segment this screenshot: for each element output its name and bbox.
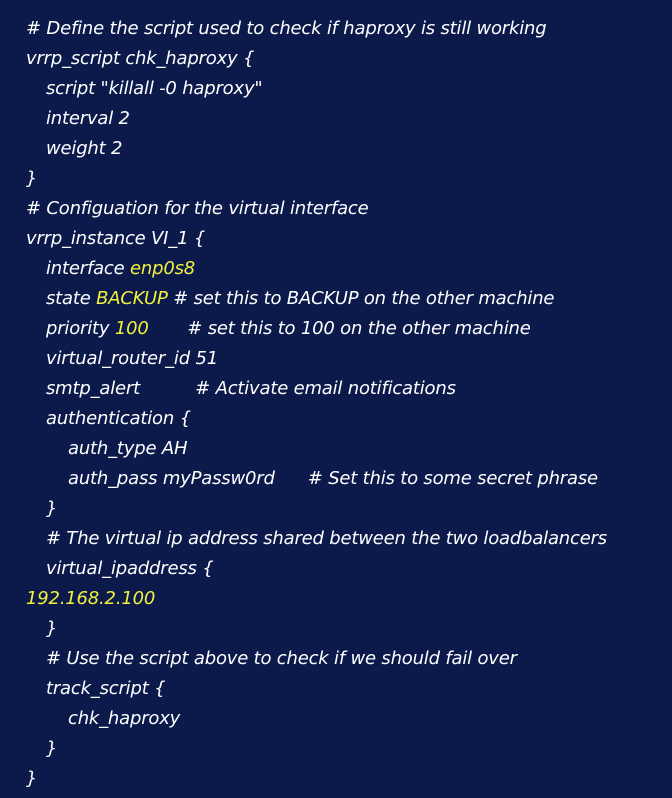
code-text: weight 2 [46, 138, 123, 159]
code-line: priority 100 # set this to 100 on the ot… [0, 314, 672, 344]
code-text: auth_pass myPassw0rd # Set this to some … [68, 468, 598, 489]
code-line: state BACKUP # set this to BACKUP on the… [0, 284, 672, 314]
code-text: # The virtual ip address shared between … [46, 528, 607, 549]
code-highlight-value: 192.168.2.100 [26, 588, 156, 609]
code-text: } [26, 168, 38, 189]
code-text: } [46, 618, 58, 639]
code-line: # The virtual ip address shared between … [0, 524, 672, 554]
code-line: track_script { [0, 674, 672, 704]
code-line: script "killall -0 haproxy" [0, 74, 672, 104]
code-text: } [46, 738, 58, 759]
code-text: auth_type AH [68, 438, 188, 459]
code-text: # Define the script used to check if hap… [26, 18, 547, 39]
code-line: # Define the script used to check if hap… [0, 14, 672, 44]
code-line: 192.168.2.100 [0, 584, 672, 614]
code-text: script "killall -0 haproxy" [46, 78, 263, 99]
code-text: vrrp_instance VI_1 { [26, 228, 206, 249]
code-text: } [46, 498, 58, 519]
code-line: } [0, 494, 672, 524]
code-text: state [46, 288, 97, 309]
code-line: } [0, 734, 672, 764]
code-text: priority [46, 318, 115, 339]
code-text: vrrp_script chk_haproxy { [26, 48, 255, 69]
code-line: virtual_router_id 51 [0, 344, 672, 374]
code-text: interface [46, 258, 131, 279]
code-text: authentication { [46, 408, 191, 429]
code-text: # Configuation for the virtual interface [26, 198, 369, 219]
code-line: } [0, 164, 672, 194]
code-line: interface enp0s8 [0, 254, 672, 284]
code-line: smtp_alert # Activate email notification… [0, 374, 672, 404]
code-text: interval 2 [46, 108, 130, 129]
code-line: # Use the script above to check if we sh… [0, 644, 672, 674]
code-line: } [0, 764, 672, 794]
code-highlight-value: enp0s8 [130, 258, 196, 279]
code-line: virtual_ipaddress { [0, 554, 672, 584]
code-text: } [26, 768, 38, 789]
code-text: # Use the script above to check if we sh… [46, 648, 517, 669]
code-highlight-value: BACKUP [96, 288, 168, 309]
code-line: authentication { [0, 404, 672, 434]
code-highlight-value: 100 [114, 318, 149, 339]
code-text: chk_haproxy [68, 708, 181, 729]
code-line: } [0, 614, 672, 644]
code-line: vrrp_instance VI_1 { [0, 224, 672, 254]
code-text: virtual_router_id 51 [46, 348, 218, 369]
code-text: virtual_ipaddress { [46, 558, 214, 579]
code-line: vrrp_script chk_haproxy { [0, 44, 672, 74]
code-text: # set this to 100 on the other machine [148, 318, 531, 339]
code-line: auth_pass myPassw0rd # Set this to some … [0, 464, 672, 494]
code-text: # set this to BACKUP on the other machin… [167, 288, 555, 309]
code-line: auth_type AH [0, 434, 672, 464]
code-line: weight 2 [0, 134, 672, 164]
code-line: # Configuation for the virtual interface [0, 194, 672, 224]
code-text: track_script { [46, 678, 166, 699]
code-line: interval 2 [0, 104, 672, 134]
code-text: smtp_alert # Activate email notification… [46, 378, 456, 399]
code-block: # Define the script used to check if hap… [0, 0, 672, 798]
code-line: chk_haproxy [0, 704, 672, 734]
